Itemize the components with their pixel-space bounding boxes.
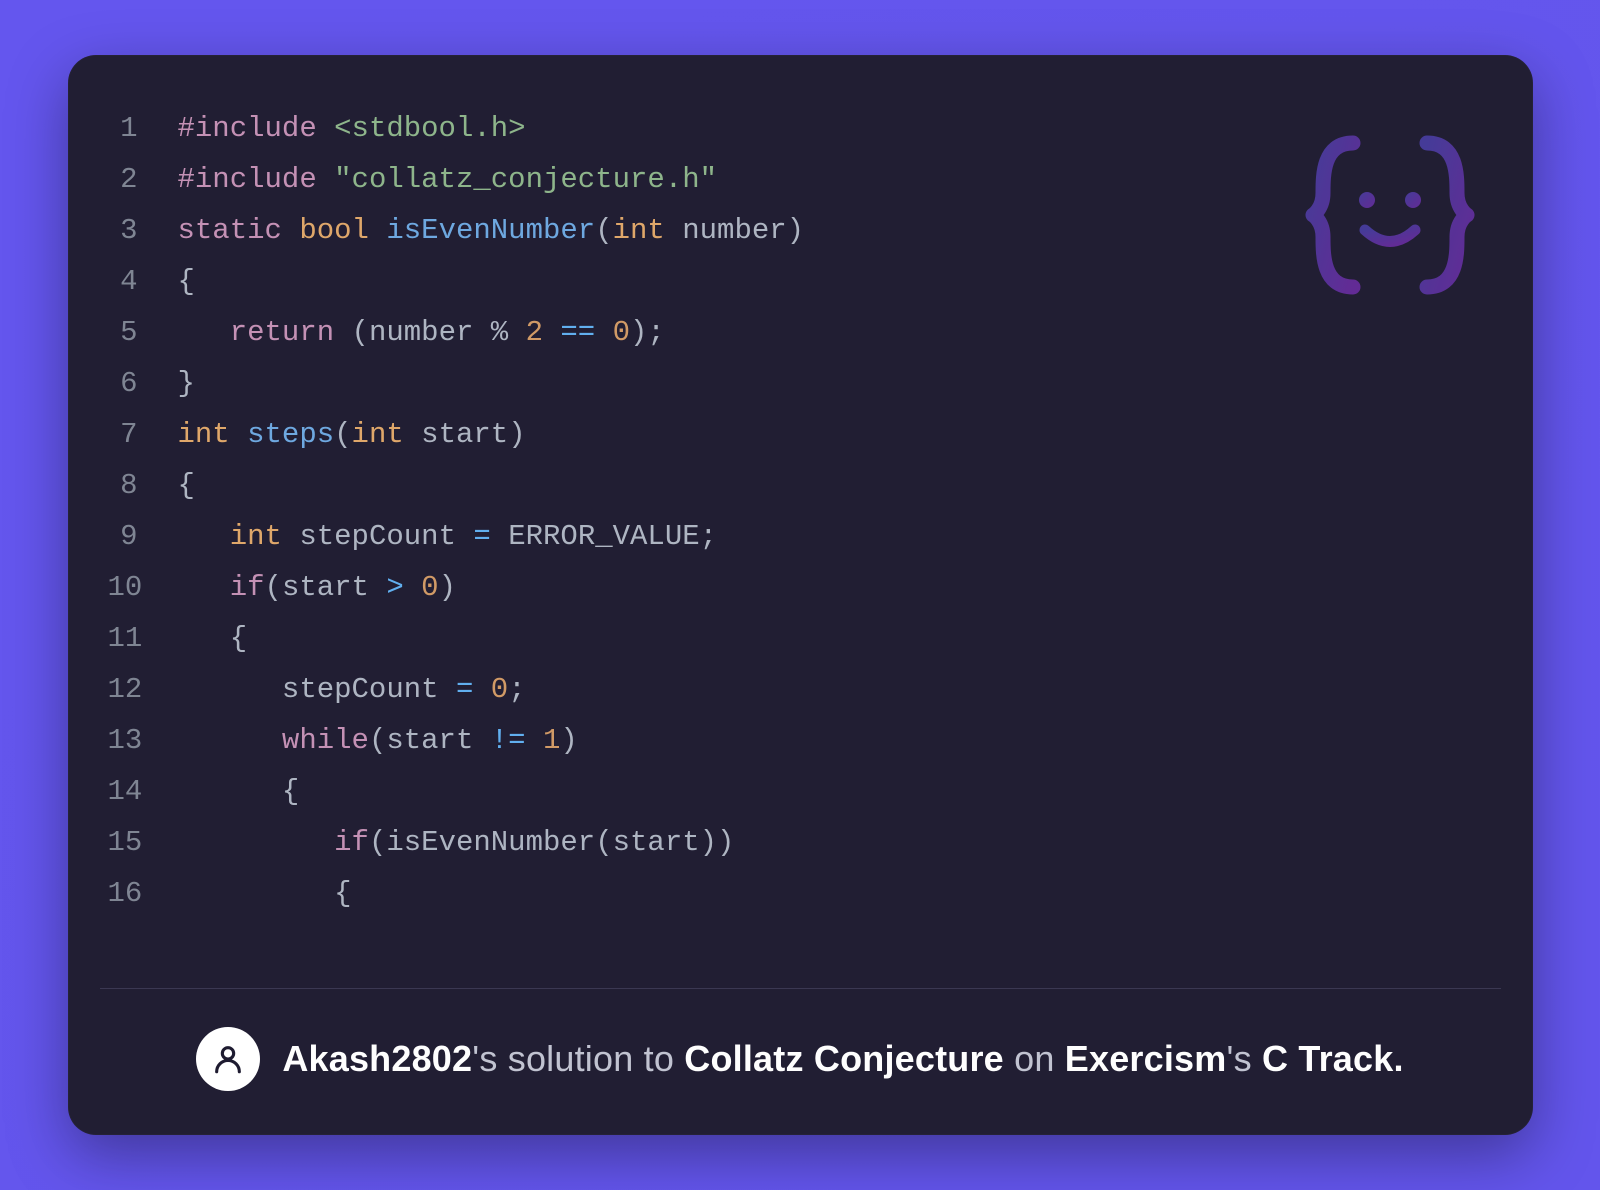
- code-line: 14 {: [108, 766, 1493, 817]
- code-line: 8{: [108, 460, 1493, 511]
- line-number: 5: [108, 307, 178, 358]
- line-content: {: [178, 613, 1493, 664]
- line-number: 6: [108, 358, 178, 409]
- line-number: 2: [108, 154, 178, 205]
- line-number: 7: [108, 409, 178, 460]
- attribution-track: C Track: [1262, 1038, 1393, 1079]
- line-content: if(isEvenNumber(start)): [178, 817, 1493, 868]
- line-content: int stepCount = ERROR_VALUE;: [178, 511, 1493, 562]
- code-card: 1#include <stdbool.h>2#include "collatz_…: [68, 55, 1533, 1135]
- line-number: 4: [108, 256, 178, 307]
- avatar: [196, 1027, 260, 1091]
- attribution-footer: Akash2802's solution to Collatz Conjectu…: [100, 988, 1501, 1135]
- line-content: {: [178, 460, 1493, 511]
- code-line: 2#include "collatz_conjecture.h": [108, 154, 1493, 205]
- line-number: 12: [108, 664, 178, 715]
- line-number: 8: [108, 460, 178, 511]
- line-content: }: [178, 358, 1493, 409]
- code-line: 12 stepCount = 0;: [108, 664, 1493, 715]
- attribution-user: Akash2802: [282, 1038, 472, 1079]
- line-number: 13: [108, 715, 178, 766]
- line-content: {: [178, 256, 1493, 307]
- line-content: #include <stdbool.h>: [178, 103, 1493, 154]
- attribution-phrase2: on: [1004, 1038, 1065, 1079]
- code-line: 3static bool isEvenNumber(int number): [108, 205, 1493, 256]
- line-number: 3: [108, 205, 178, 256]
- line-number: 10: [108, 562, 178, 613]
- code-area: 1#include <stdbool.h>2#include "collatz_…: [68, 55, 1533, 988]
- line-content: return (number % 2 == 0);: [178, 307, 1493, 358]
- attribution-exercise: Collatz Conjecture: [684, 1038, 1004, 1079]
- line-content: if(start > 0): [178, 562, 1493, 613]
- user-icon: [211, 1042, 245, 1076]
- code-line: 6}: [108, 358, 1493, 409]
- attribution-possessive: 's: [472, 1038, 507, 1079]
- attribution-phrase1: solution to: [508, 1038, 685, 1079]
- code-block: 1#include <stdbool.h>2#include "collatz_…: [108, 103, 1493, 919]
- code-line: 7int steps(int start): [108, 409, 1493, 460]
- line-content: while(start != 1): [178, 715, 1493, 766]
- code-line: 10 if(start > 0): [108, 562, 1493, 613]
- line-content: #include "collatz_conjecture.h": [178, 154, 1493, 205]
- attribution-site: Exercism: [1065, 1038, 1227, 1079]
- line-content: static bool isEvenNumber(int number): [178, 205, 1493, 256]
- line-number: 15: [108, 817, 178, 868]
- line-content: int steps(int start): [178, 409, 1493, 460]
- code-line: 16 {: [108, 868, 1493, 919]
- code-line: 11 {: [108, 613, 1493, 664]
- attribution-period: .: [1393, 1038, 1403, 1079]
- code-line: 4{: [108, 256, 1493, 307]
- code-line: 15 if(isEvenNumber(start)): [108, 817, 1493, 868]
- attribution-possessive2: 's: [1227, 1038, 1262, 1079]
- attribution-text: Akash2802's solution to Collatz Conjectu…: [282, 1038, 1403, 1080]
- code-line: 5 return (number % 2 == 0);: [108, 307, 1493, 358]
- line-number: 16: [108, 868, 178, 919]
- line-content: {: [178, 868, 1493, 919]
- code-line: 13 while(start != 1): [108, 715, 1493, 766]
- code-line: 9 int stepCount = ERROR_VALUE;: [108, 511, 1493, 562]
- line-number: 14: [108, 766, 178, 817]
- line-content: stepCount = 0;: [178, 664, 1493, 715]
- line-number: 11: [108, 613, 178, 664]
- line-content: {: [178, 766, 1493, 817]
- line-number: 9: [108, 511, 178, 562]
- code-line: 1#include <stdbool.h>: [108, 103, 1493, 154]
- line-number: 1: [108, 103, 178, 154]
